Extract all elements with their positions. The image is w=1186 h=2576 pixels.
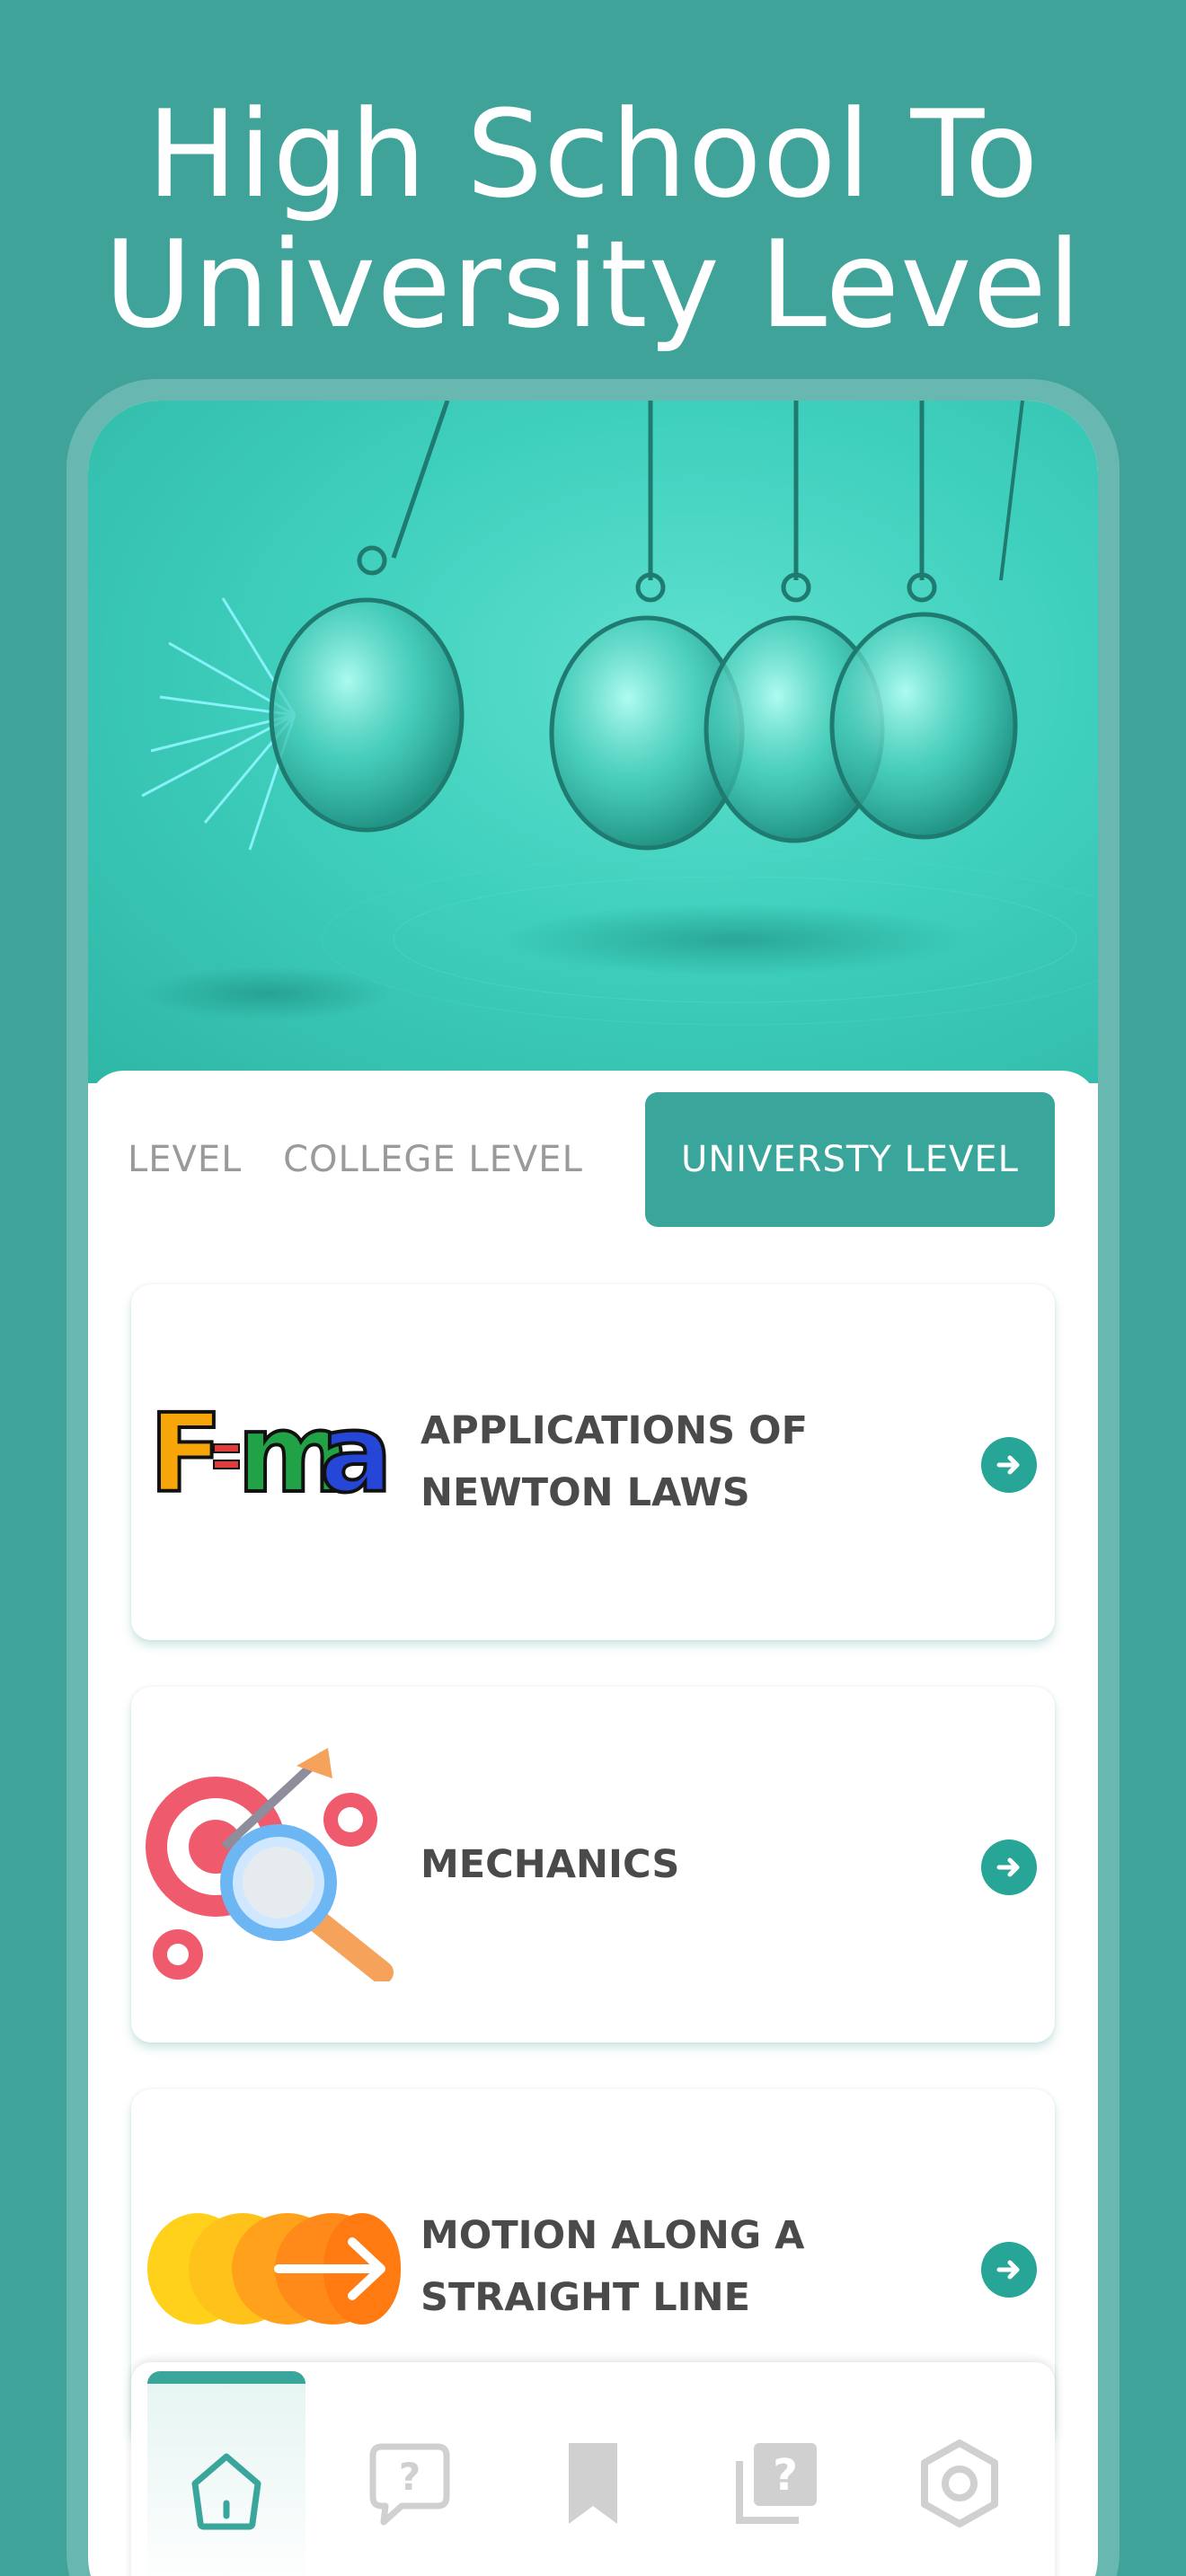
headline-line-1: High School To <box>146 84 1040 225</box>
svg-text:?: ? <box>399 2455 420 2499</box>
tab-high-school-level[interactable]: LEVEL <box>88 1092 241 1227</box>
headline-line-2: University Level <box>103 215 1083 355</box>
bottom-navigation: ? ? <box>131 2362 1055 2576</box>
nav-quiz[interactable]: ? <box>697 2371 855 2576</box>
topic-title: MECHANICS <box>420 1841 680 1887</box>
tab-label: COLLEGE LEVEL <box>283 1139 583 1180</box>
hero-image <box>88 401 1098 1083</box>
newtons-cradle-illustration <box>141 401 1098 1026</box>
arrow-right-icon[interactable] <box>981 2242 1037 2298</box>
phone-screen: LEVEL COLLEGE LEVEL UNIVERSTY LEVEL F m … <box>88 401 1098 2576</box>
question-chat-icon: ? <box>369 2443 450 2526</box>
home-icon <box>191 2453 261 2530</box>
quiz-icon: ? <box>736 2443 817 2524</box>
nav-home[interactable] <box>147 2371 305 2576</box>
tab-college-level[interactable]: COLLEGE LEVEL <box>280 1092 586 1227</box>
motion-arrow-icon <box>144 2150 404 2384</box>
tab-university-level[interactable]: UNIVERSTY LEVEL <box>645 1092 1055 1227</box>
svg-text:F: F <box>149 1392 223 1517</box>
svg-text:a: a <box>320 1392 393 1517</box>
content-panel: LEVEL COLLEGE LEVEL UNIVERSTY LEVEL F m … <box>88 1071 1098 2576</box>
topic-card-newton-laws[interactable]: F m a APPLICATIONS OF NEWTON LAWS <box>131 1284 1055 1640</box>
arrow-right-icon[interactable] <box>981 1839 1037 1895</box>
bookmark-icon <box>569 2443 617 2524</box>
nav-questions[interactable]: ? <box>331 2371 489 2576</box>
target-magnifier-icon <box>144 1748 404 1984</box>
fma-formula-icon: F m a <box>144 1345 404 1579</box>
svg-text:?: ? <box>773 2450 798 2501</box>
tab-label: LEVEL <box>128 1139 241 1180</box>
nav-bookmarks[interactable] <box>514 2371 672 2576</box>
topic-title: APPLICATIONS OF NEWTON LAWS <box>420 1408 808 1515</box>
arrow-right-icon[interactable] <box>981 1437 1037 1493</box>
tab-label: UNIVERSTY LEVEL <box>681 1139 1019 1180</box>
topic-card-mechanics[interactable]: MECHANICS <box>131 1687 1055 2042</box>
headline: High School To University Level <box>0 90 1186 350</box>
settings-icon <box>921 2439 998 2527</box>
nav-settings[interactable] <box>881 2371 1039 2576</box>
